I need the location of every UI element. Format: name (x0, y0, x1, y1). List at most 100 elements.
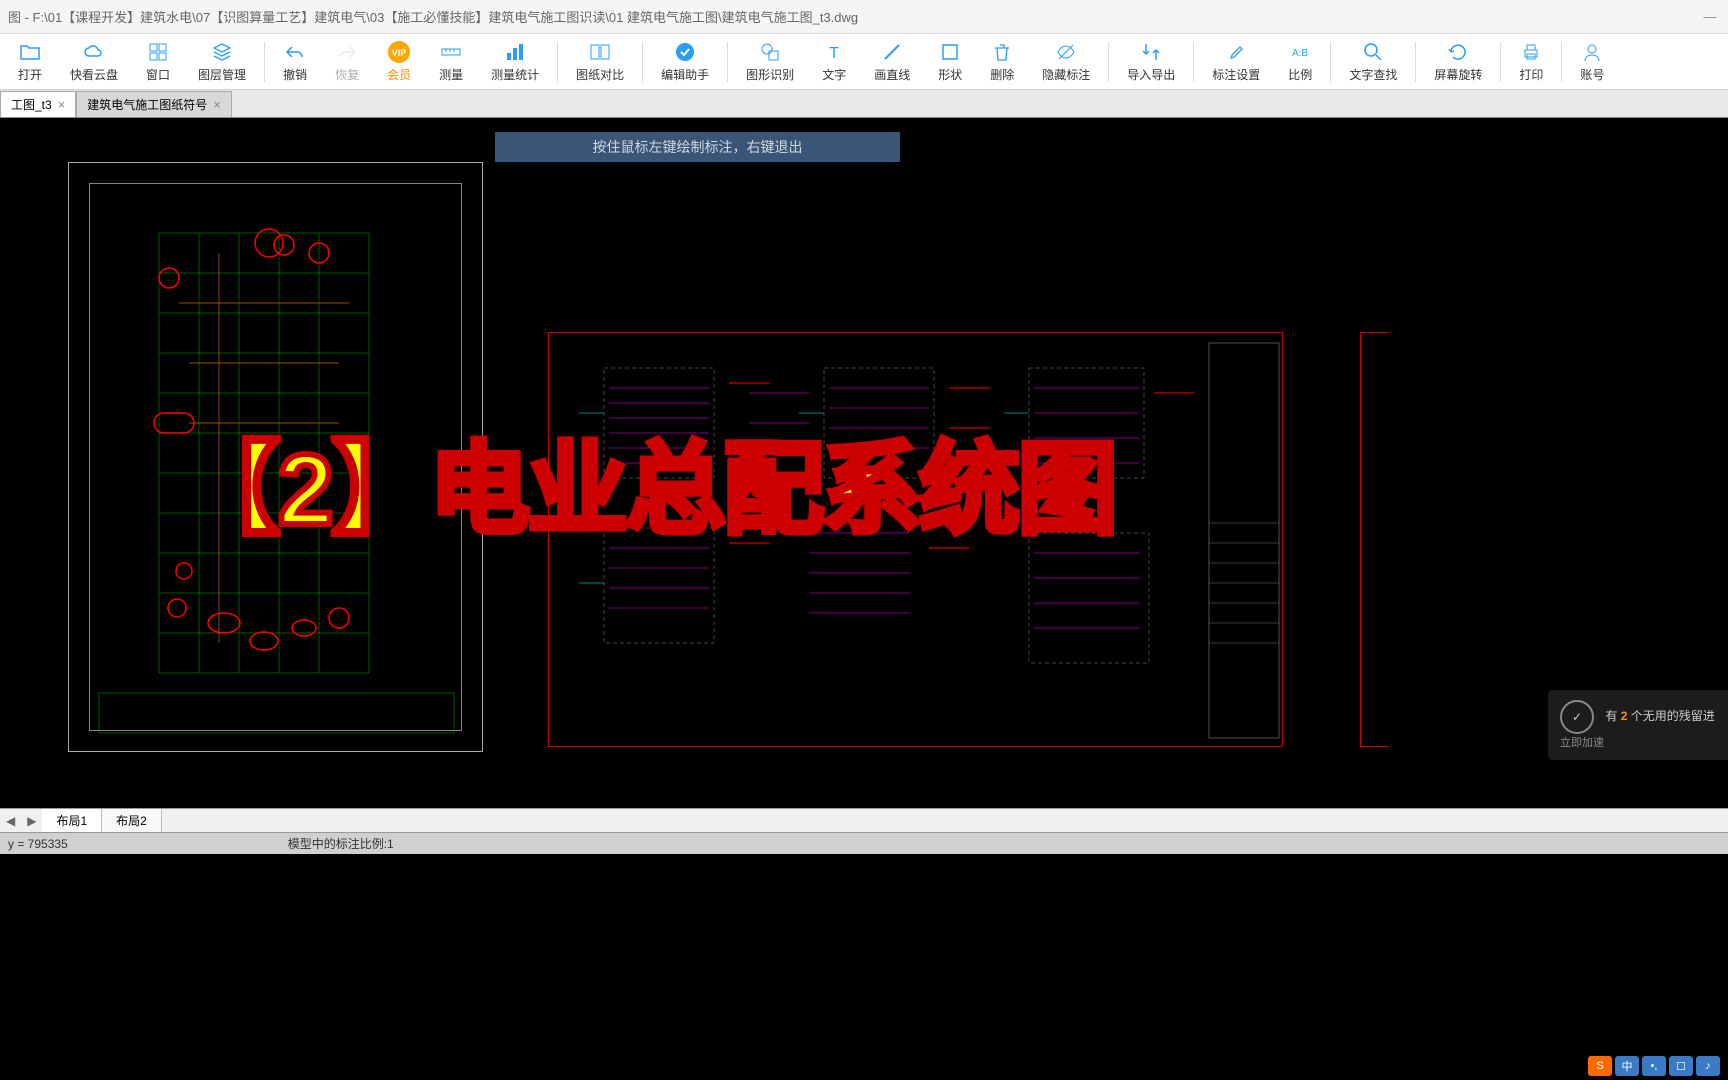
anno-settings-icon (1224, 40, 1248, 64)
drawing-frame-edge[interactable] (1360, 332, 1388, 747)
toolbar-label: 撤销 (283, 66, 307, 83)
scale-button[interactable]: A:B 比例 (1274, 35, 1326, 89)
status-bar: y = 795335 模型中的标注比例:1 S 中 •, ☐ ♪ (0, 832, 1728, 854)
ime-punct[interactable]: •, (1642, 1056, 1666, 1076)
delete-button[interactable]: 删除 (976, 35, 1028, 89)
shield-icon: ✓ (1560, 700, 1594, 734)
close-icon[interactable]: × (213, 97, 221, 112)
tab-active[interactable]: 工图_t3 × (0, 91, 76, 117)
edit-assist-button[interactable]: 编辑助手 (647, 35, 723, 89)
tab-nav-right[interactable]: ▶ (21, 814, 42, 828)
minimize-button[interactable]: — (1700, 9, 1720, 24)
cloud-icon (82, 40, 106, 64)
ime-icon[interactable]: S (1588, 1056, 1612, 1076)
coord-readout: y = 795335 (8, 837, 68, 851)
account-button[interactable]: 账号 (1566, 35, 1618, 89)
tab-nav-left[interactable]: ◀ (0, 814, 21, 828)
ruler-icon (439, 40, 463, 64)
hint-tooltip: 按住鼠标左键绘制标注，右键退出 (495, 132, 900, 162)
system-notification[interactable]: ✓ 有 2 个无用的残留进 立即加速 (1548, 690, 1728, 760)
redo-icon (335, 40, 359, 64)
scale-readout: 模型中的标注比例:1 (288, 835, 394, 852)
stats-button[interactable]: 测量统计 (477, 35, 553, 89)
toolbar-label: 编辑助手 (661, 66, 709, 83)
tab-inactive[interactable]: 建筑电气施工图纸符号 × (76, 91, 232, 117)
toolbar-label: 打印 (1519, 66, 1543, 83)
toolbar-label: 会员 (387, 66, 411, 83)
main-toolbar: 打开 快看云盘 窗口 图层管理 撤销恢复 VIP 会员 测量 测量统计 图纸对比 编辑助手 图形识别 T… (0, 34, 1728, 90)
tab-label: 工图_t3 (11, 96, 52, 113)
shape-detect-button[interactable]: 图形识别 (732, 35, 808, 89)
ime-shape[interactable]: ☐ (1669, 1056, 1693, 1076)
edit-assist-icon (673, 40, 697, 64)
toolbar-label: 图形识别 (746, 66, 794, 83)
layers-icon (210, 40, 234, 64)
folder-icon (18, 40, 42, 64)
hide-anno-icon (1054, 40, 1078, 64)
toolbar-label: 打开 (18, 66, 42, 83)
redo-button[interactable]: 恢复 (321, 35, 373, 89)
toolbar-label: 删除 (990, 66, 1014, 83)
ruler-button[interactable]: 测量 (425, 35, 477, 89)
toolbar-label: 图层管理 (198, 66, 246, 83)
ime-lang[interactable]: 中 (1615, 1056, 1639, 1076)
toolbar-label: 测量 (439, 66, 463, 83)
layers-button[interactable]: 图层管理 (184, 35, 260, 89)
toolbar-label: 隐藏标注 (1042, 66, 1090, 83)
close-icon[interactable]: × (58, 97, 66, 112)
compare-icon (588, 40, 612, 64)
shape-button[interactable]: 形状 (924, 35, 976, 89)
toolbar-label: 比例 (1288, 66, 1312, 83)
undo-button[interactable]: 撤销 (269, 35, 321, 89)
title-bar: 图 - F:\01【课程开发】建筑水电\07【识图算量工艺】建筑电气\03【施工… (0, 0, 1728, 34)
toolbar-label: 图纸对比 (576, 66, 624, 83)
toolbar-label: 形状 (938, 66, 962, 83)
account-icon (1580, 40, 1604, 64)
layout-tab-1[interactable]: 布局1 (42, 809, 102, 832)
cloud-button[interactable]: 快看云盘 (56, 35, 132, 89)
ime-toolbar[interactable]: S 中 •, ☐ ♪ (1588, 1056, 1720, 1076)
find-text-icon (1361, 40, 1385, 64)
line-button[interactable]: 画直线 (860, 35, 924, 89)
line-icon (880, 40, 904, 64)
toolbar-label: 窗口 (146, 66, 170, 83)
anno-settings-button[interactable]: 标注设置 (1198, 35, 1274, 89)
layout-tab-2[interactable]: 布局2 (102, 809, 162, 832)
find-text-button[interactable]: 文字查找 (1335, 35, 1411, 89)
vip-icon: VIP (387, 40, 411, 64)
layout-tabs: ◀ ▶ 布局1 布局2 (0, 808, 1728, 832)
folder-button[interactable]: 打开 (4, 35, 56, 89)
tab-label: 建筑电气施工图纸符号 (87, 96, 207, 113)
toolbar-label: 标注设置 (1212, 66, 1260, 83)
text-button[interactable]: T 文字 (808, 35, 860, 89)
scale-icon: A:B (1288, 40, 1312, 64)
toolbar-label: 快看云盘 (70, 66, 118, 83)
window-title: 图 - F:\01【课程开发】建筑水电\07【识图算量工艺】建筑电气\03【施工… (8, 7, 1700, 26)
vip-button[interactable]: VIP 会员 (373, 35, 425, 89)
toolbar-label: 文字 (822, 66, 846, 83)
svg-text:A:B: A:B (1292, 48, 1308, 59)
print-button[interactable]: 打印 (1505, 35, 1557, 89)
svg-text:T: T (829, 45, 839, 62)
drawing-canvas[interactable]: 按住鼠标左键绘制标注，右键退出 (0, 118, 1728, 808)
toolbar-label: 画直线 (874, 66, 910, 83)
compare-button[interactable]: 图纸对比 (562, 35, 638, 89)
undo-icon (283, 40, 307, 64)
svg-text:VIP: VIP (392, 48, 407, 58)
rotate-button[interactable]: 屏幕旋转 (1420, 35, 1496, 89)
ime-sound[interactable]: ♪ (1696, 1056, 1720, 1076)
import-export-button[interactable]: 导入导出 (1113, 35, 1189, 89)
toolbar-label: 测量统计 (491, 66, 539, 83)
shape-icon (938, 40, 962, 64)
rotate-icon (1446, 40, 1470, 64)
document-tabs: 工图_t3 × 建筑电气施工图纸符号 × (0, 90, 1728, 118)
shape-detect-icon (758, 40, 782, 64)
toolbar-label: 文字查找 (1349, 66, 1397, 83)
print-icon (1519, 40, 1543, 64)
hide-anno-button[interactable]: 隐藏标注 (1028, 35, 1104, 89)
windows-button[interactable]: 窗口 (132, 35, 184, 89)
text-icon: T (822, 40, 846, 64)
stats-icon (503, 40, 527, 64)
toolbar-label: 屏幕旋转 (1434, 66, 1482, 83)
delete-icon (990, 40, 1014, 64)
